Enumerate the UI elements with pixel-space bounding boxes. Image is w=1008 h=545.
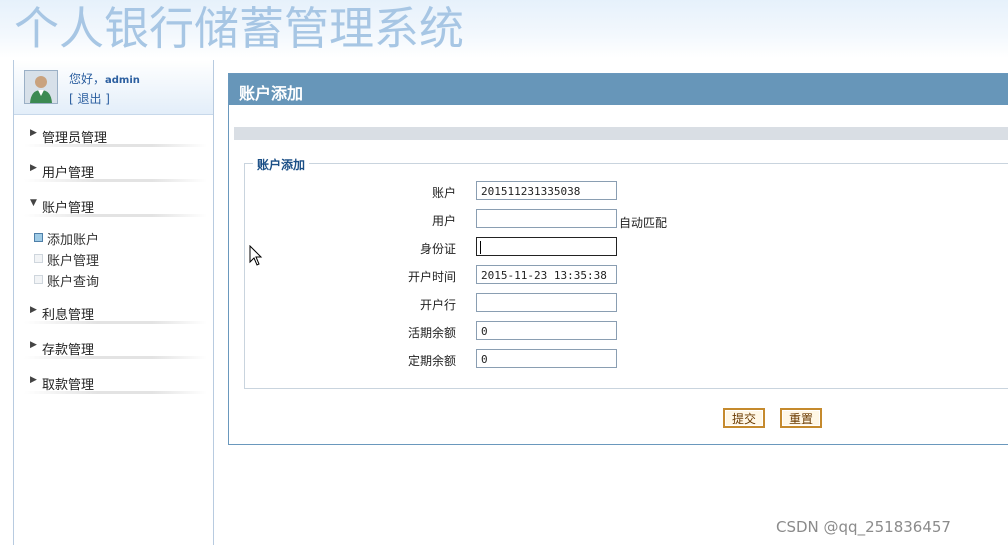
account-add-panel: 账户添加 账户添加 账户 201511231335038 用户 自动匹配 身份证… bbox=[228, 73, 1008, 445]
bank-branch-field[interactable] bbox=[476, 293, 617, 312]
submit-button[interactable]: 提交 bbox=[723, 408, 765, 428]
open-time-label: 开户时间 bbox=[407, 270, 456, 284]
fixed-balance-field[interactable]: 0 bbox=[476, 349, 617, 368]
chevron-right-icon: ▶ bbox=[30, 163, 37, 173]
auto-match-hint: 自动匹配 bbox=[619, 216, 668, 230]
current-balance-field[interactable]: 0 bbox=[476, 321, 617, 340]
user-name: admin bbox=[105, 75, 140, 86]
reset-button[interactable]: 重置 bbox=[780, 408, 822, 428]
bullet-icon bbox=[34, 233, 43, 242]
panel-title: 账户添加 bbox=[239, 84, 304, 103]
user-avatar-icon bbox=[25, 71, 57, 103]
mouse-cursor-icon bbox=[249, 245, 263, 266]
bullet-icon bbox=[34, 254, 43, 263]
form-fieldset: 账户添加 账户 201511231335038 用户 自动匹配 身份证 开户时间… bbox=[244, 156, 1008, 389]
reset-label: 重置 bbox=[782, 410, 820, 426]
logout-link[interactable]: [ 退出 ] bbox=[69, 90, 110, 107]
current-balance-label: 活期余额 bbox=[407, 326, 456, 340]
chevron-right-icon: ▶ bbox=[30, 340, 37, 350]
sidebar-item-label: 账户管理 bbox=[47, 254, 100, 269]
text-caret bbox=[480, 241, 481, 254]
sidebar-group-admin-manage[interactable]: ▶ 管理员管理 bbox=[14, 123, 213, 147]
divider bbox=[234, 127, 1008, 140]
watermark: CSDN @qq_251836457 bbox=[776, 518, 951, 536]
id-card-field[interactable] bbox=[476, 237, 617, 256]
sidebar-group-label: 取款管理 bbox=[42, 378, 95, 393]
banner: 个人银行储蓄管理系统 bbox=[0, 0, 1008, 58]
sidebar-group-label: 利息管理 bbox=[42, 308, 95, 323]
panel-header: 账户添加 bbox=[229, 74, 1008, 105]
sidebar-group-withdraw-manage[interactable]: ▶ 取款管理 bbox=[14, 370, 213, 394]
sidebar-group-label: 账户管理 bbox=[42, 201, 95, 216]
open-time-field[interactable]: 2015-11-23 13:35:38 bbox=[476, 265, 617, 284]
user-label: 用户 bbox=[431, 214, 456, 228]
sidebar-group-label: 用户管理 bbox=[42, 166, 95, 181]
chevron-right-icon: ▶ bbox=[30, 128, 37, 138]
sidebar-group-deposit-manage[interactable]: ▶ 存款管理 bbox=[14, 335, 213, 359]
avatar bbox=[24, 70, 58, 104]
sidebar-group-interest-manage[interactable]: ▶ 利息管理 bbox=[14, 300, 213, 324]
sidebar-group-label: 管理员管理 bbox=[42, 131, 108, 146]
sidebar-item-label: 添加账户 bbox=[47, 233, 100, 248]
bullet-icon bbox=[34, 275, 43, 284]
fieldset-legend: 账户添加 bbox=[253, 156, 310, 173]
sidebar-group-label: 存款管理 bbox=[42, 343, 95, 358]
user-box: 您好，admin [ 退出 ] bbox=[14, 60, 213, 115]
greeting: 您好，admin bbox=[69, 70, 140, 87]
sidebar-group-account-manage[interactable]: ▼ 账户管理 bbox=[14, 193, 213, 217]
chevron-down-icon: ▼ bbox=[30, 198, 37, 208]
id-card-label: 身份证 bbox=[419, 242, 456, 256]
account-label: 账户 bbox=[431, 186, 456, 200]
app-title: 个人银行储蓄管理系统 bbox=[14, 2, 465, 55]
submit-label: 提交 bbox=[725, 410, 763, 426]
sidebar-item-label: 账户查询 bbox=[47, 275, 100, 290]
sidebar-group-user-manage[interactable]: ▶ 用户管理 bbox=[14, 158, 213, 182]
sidebar: 您好，admin [ 退出 ] ▶ 管理员管理 ▶ 用户管理 ▼ 账户管理 添加… bbox=[13, 60, 214, 545]
chevron-right-icon: ▶ bbox=[30, 305, 37, 315]
greeting-text: 您好， bbox=[69, 72, 106, 86]
chevron-right-icon: ▶ bbox=[30, 375, 37, 385]
bank-branch-label: 开户行 bbox=[419, 298, 456, 312]
fixed-balance-label: 定期余额 bbox=[407, 354, 456, 368]
user-field[interactable] bbox=[476, 209, 617, 228]
account-field[interactable]: 201511231335038 bbox=[476, 181, 617, 200]
